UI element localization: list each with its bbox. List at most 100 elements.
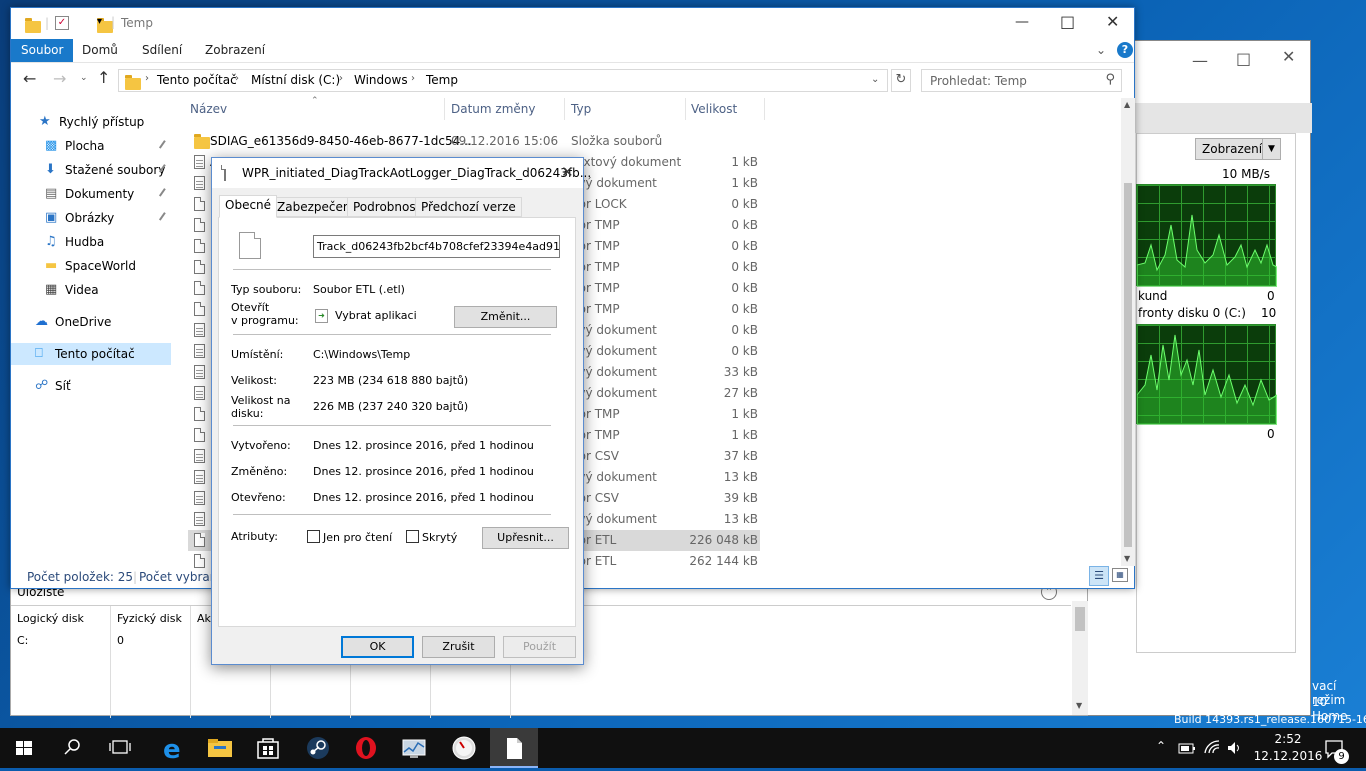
hidden-label[interactable]: Skrytý bbox=[422, 532, 457, 544]
nav-item-0[interactable]: ★ Rychlý přístup bbox=[11, 111, 171, 133]
nav-item-2[interactable]: ⬇ Stažené soubory bbox=[11, 159, 171, 181]
breadcrumb-windows[interactable]: Windows bbox=[354, 73, 408, 87]
col-logical-disk[interactable]: Logický disk bbox=[17, 612, 84, 625]
help-icon[interactable]: ? bbox=[1117, 42, 1133, 58]
column-name[interactable]: Název bbox=[190, 102, 227, 116]
clock-time[interactable]: 2:52 bbox=[1266, 732, 1310, 746]
start-button[interactable] bbox=[0, 728, 48, 768]
maximize-icon[interactable]: □ bbox=[1060, 12, 1075, 31]
location-value: C:\Windows\Temp bbox=[313, 348, 411, 361]
scroll-up-icon[interactable]: ▲ bbox=[1124, 100, 1130, 109]
breadcrumb-temp[interactable]: Temp bbox=[426, 73, 458, 87]
open-with-label-1: Otevřít bbox=[231, 301, 270, 314]
taskbar-explorer[interactable] bbox=[196, 728, 244, 768]
breadcrumb-local-disk[interactable]: Místní disk (C:) bbox=[251, 73, 340, 87]
file-icon bbox=[194, 218, 205, 232]
apply-button[interactable]: Použít bbox=[503, 636, 576, 658]
expand-ribbon-icon[interactable]: ⌄ bbox=[1096, 43, 1106, 57]
scroll-down-icon[interactable]: ▼ bbox=[1124, 554, 1130, 563]
close-icon[interactable]: ✕ bbox=[561, 163, 574, 181]
column-size[interactable]: Velikost bbox=[691, 102, 737, 116]
storage-scrollbar[interactable]: ▼ bbox=[1072, 601, 1088, 715]
address-dropdown-icon[interactable]: ⌄ bbox=[871, 74, 879, 85]
cancel-button[interactable]: Zrušit bbox=[422, 636, 495, 658]
breadcrumb-this-pc[interactable]: Tento počítač bbox=[157, 73, 237, 87]
clock-date[interactable]: 12.12.2016 bbox=[1252, 749, 1324, 763]
pin-icon[interactable] bbox=[158, 188, 170, 199]
quick-access-dropdown-icon[interactable]: ▾ bbox=[97, 16, 102, 27]
taskbar-properties-window[interactable] bbox=[490, 728, 538, 768]
tab-general[interactable]: Obecné bbox=[219, 195, 278, 218]
show-hidden-icons[interactable]: ⌃ bbox=[1156, 739, 1166, 753]
taskbar-opera[interactable] bbox=[342, 728, 390, 768]
close-icon[interactable]: ✕ bbox=[1106, 12, 1119, 31]
ok-button[interactable]: OK bbox=[341, 636, 414, 658]
folder-icon: ▬ bbox=[45, 258, 58, 273]
file-icon bbox=[194, 449, 205, 463]
col-physical-disk[interactable]: Fyzický disk bbox=[117, 612, 182, 625]
pin-icon[interactable] bbox=[158, 212, 170, 223]
advanced-button[interactable]: Upřesnit... bbox=[482, 527, 569, 549]
nav-item-3[interactable]: ▤ Dokumenty bbox=[11, 183, 171, 205]
file-icon bbox=[194, 176, 205, 190]
pin-icon[interactable] bbox=[158, 140, 170, 151]
filename-input[interactable]: Track_d06243fb2bcf4b708cfef23394e4ad91_0… bbox=[313, 235, 560, 258]
created-value: Dnes 12. prosince 2016, před 1 hodinou bbox=[313, 439, 534, 452]
taskbar-resource-monitor[interactable] bbox=[390, 728, 438, 768]
view-button[interactable]: Zobrazení ▼ bbox=[1195, 138, 1281, 160]
nav-item-5[interactable]: ♫ Hudba bbox=[11, 231, 171, 253]
properties-icon[interactable]: ✓ bbox=[55, 16, 69, 30]
file-list-scrollbar[interactable]: ▲ ▼ bbox=[1121, 98, 1135, 566]
readonly-checkbox[interactable] bbox=[307, 530, 320, 543]
search-button[interactable] bbox=[48, 728, 96, 768]
back-icon[interactable]: ← bbox=[23, 69, 36, 88]
tab-share[interactable]: Sdílení bbox=[132, 39, 192, 62]
tab-home[interactable]: Domů bbox=[72, 39, 128, 62]
taskbar-steam[interactable] bbox=[294, 728, 342, 768]
up-icon[interactable]: ↑ bbox=[97, 68, 110, 87]
column-date[interactable]: Datum změny bbox=[451, 102, 536, 116]
large-icons-view-icon[interactable]: ▦ bbox=[1112, 568, 1128, 582]
network-icon[interactable] bbox=[1203, 739, 1221, 755]
maximize-icon[interactable]: □ bbox=[1236, 49, 1251, 68]
taskbar-store[interactable] bbox=[244, 728, 292, 768]
taskbar-edge[interactable]: e bbox=[148, 728, 196, 768]
file-explorer-icon bbox=[208, 739, 232, 757]
file-icon bbox=[194, 239, 205, 253]
nav-item-8[interactable]: ☁ OneDrive bbox=[11, 311, 171, 333]
forward-icon[interactable]: → bbox=[53, 69, 66, 88]
taskbar-clock-app[interactable] bbox=[440, 728, 488, 768]
minimize-icon[interactable]: — bbox=[1015, 14, 1029, 30]
address-box[interactable]: › Tento počítač › Místní disk (C:) › Win… bbox=[118, 69, 888, 92]
scroll-down-icon[interactable]: ▼ bbox=[1076, 701, 1082, 710]
tab-previous-versions[interactable]: Předchozí verze bbox=[415, 197, 522, 217]
scroll-thumb[interactable] bbox=[1124, 183, 1132, 547]
search-input[interactable]: Prohledat: Temp ⚲ bbox=[921, 69, 1122, 92]
tab-view[interactable]: Zobrazení bbox=[195, 39, 275, 62]
battery-icon[interactable] bbox=[1178, 740, 1196, 756]
volume-icon[interactable] bbox=[1226, 740, 1242, 756]
task-view-button[interactable] bbox=[96, 728, 144, 768]
table-row[interactable]: SDIAG_e61356d9-8450-46eb-8677-1dc54... 09… bbox=[188, 131, 760, 152]
readonly-label[interactable]: Jen pro čtení bbox=[323, 532, 392, 544]
file-icon bbox=[194, 470, 205, 484]
opened-label: Otevřeno: bbox=[231, 491, 286, 504]
nav-item-4[interactable]: ▣ Obrázky bbox=[11, 207, 171, 229]
nav-item-9[interactable]: ⎕ Tento počítač bbox=[11, 343, 171, 365]
col-active[interactable]: Ak bbox=[197, 612, 211, 625]
refresh-icon[interactable]: ↻ bbox=[891, 69, 911, 92]
change-button[interactable]: Změnit... bbox=[454, 306, 557, 328]
column-type[interactable]: Typ bbox=[571, 102, 591, 116]
close-icon[interactable]: ✕ bbox=[1282, 47, 1295, 66]
cell-size: 0 kB bbox=[731, 302, 758, 316]
hidden-checkbox[interactable] bbox=[406, 530, 419, 543]
recent-dropdown-icon[interactable]: ⌄ bbox=[80, 73, 88, 83]
nav-item-7[interactable]: ▦ Videa bbox=[11, 279, 171, 301]
nav-item-10[interactable]: ☍ Síť bbox=[11, 375, 171, 397]
details-view-icon[interactable]: ☰ bbox=[1089, 566, 1109, 586]
tab-file[interactable]: Soubor bbox=[11, 39, 74, 62]
minimize-icon[interactable]: — bbox=[1192, 51, 1208, 70]
nav-item-6[interactable]: ▬ SpaceWorld bbox=[11, 255, 171, 277]
nav-item-1[interactable]: ▩ Plocha bbox=[11, 135, 171, 157]
type-value: Soubor ETL (.etl) bbox=[313, 283, 405, 296]
